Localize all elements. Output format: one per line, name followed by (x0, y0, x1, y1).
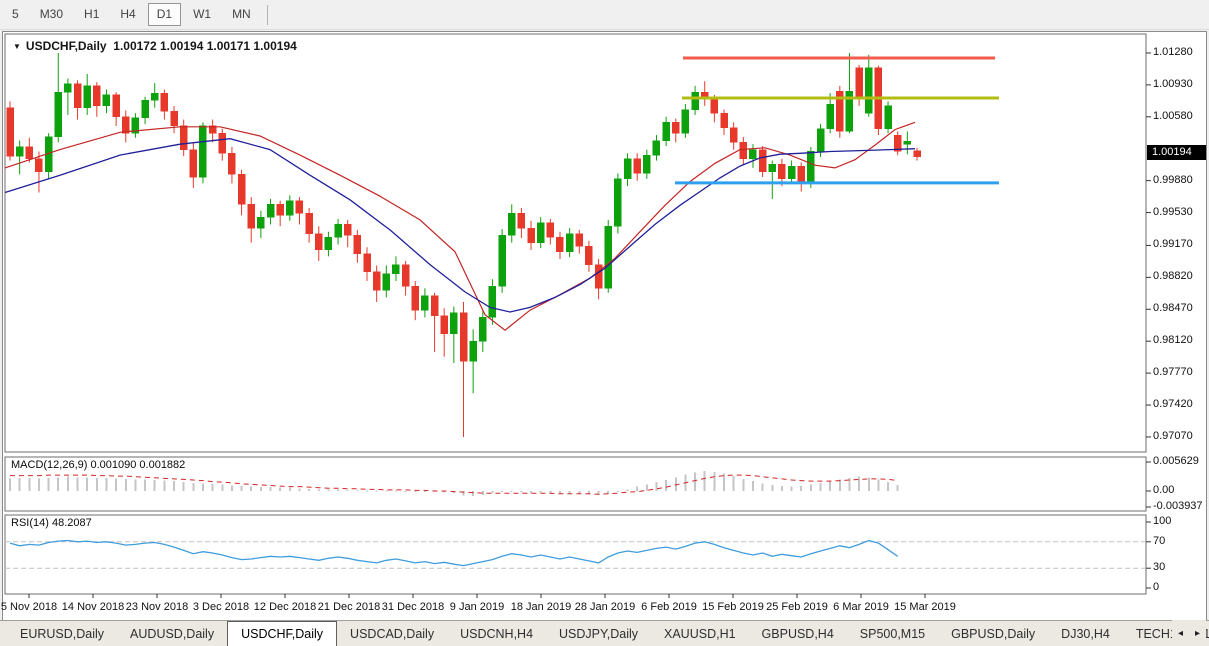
chart-tab-usdjpy[interactable]: USDJPY,Daily (546, 621, 651, 646)
chart-tab-usdcad[interactable]: USDCAD,Daily (337, 621, 447, 646)
tab-scroll-right-icon[interactable]: ▸ (1195, 628, 1200, 639)
timeframe-button-m30[interactable]: M30 (31, 3, 72, 26)
timeframe-button-d1[interactable]: D1 (148, 3, 181, 26)
timeframe-button-h4[interactable]: H4 (111, 3, 144, 26)
timeframe-toolbar: 5M30H1H4D1W1MN (0, 0, 1209, 30)
chart-tab-audusd[interactable]: AUDUSD,Daily (117, 621, 227, 646)
symbol-tabbar: EURUSD,DailyAUDUSD,DailyUSDCHF,DailyUSDC… (0, 620, 1209, 646)
chart-tab-usdcnh[interactable]: USDCNH,H4 (447, 621, 546, 646)
chart-tab-sp500[interactable]: SP500,M15 (847, 621, 938, 646)
timeframe-button-mn[interactable]: MN (223, 3, 260, 26)
chart-tab-usdchf[interactable]: USDCHF,Daily (227, 621, 337, 646)
chart-tab-gbpusd[interactable]: GBPUSD,H4 (749, 621, 847, 646)
chart-window (2, 31, 1207, 621)
timeframe-button-w1[interactable]: W1 (184, 3, 220, 26)
chart-tab-xauusd[interactable]: XAUUSD,H1 (651, 621, 749, 646)
timeframe-button-5[interactable]: 5 (3, 3, 28, 26)
tab-scroll-left-icon[interactable]: ◂ (1178, 628, 1183, 639)
trading-terminal: 5M30H1H4D1W1MN ▼USDCHF,Daily 1.00172 1.0… (0, 0, 1209, 646)
chart-tab-gbpusd[interactable]: GBPUSD,Daily (938, 621, 1048, 646)
chart-tab-dj30[interactable]: DJ30,H4 (1048, 621, 1123, 646)
toolbar-separator (267, 5, 268, 25)
chart-tab-eurusd[interactable]: EURUSD,Daily (7, 621, 117, 646)
tab-scroll-arrows: ◂ ▸ (1172, 620, 1206, 646)
timeframe-button-h1[interactable]: H1 (75, 3, 108, 26)
